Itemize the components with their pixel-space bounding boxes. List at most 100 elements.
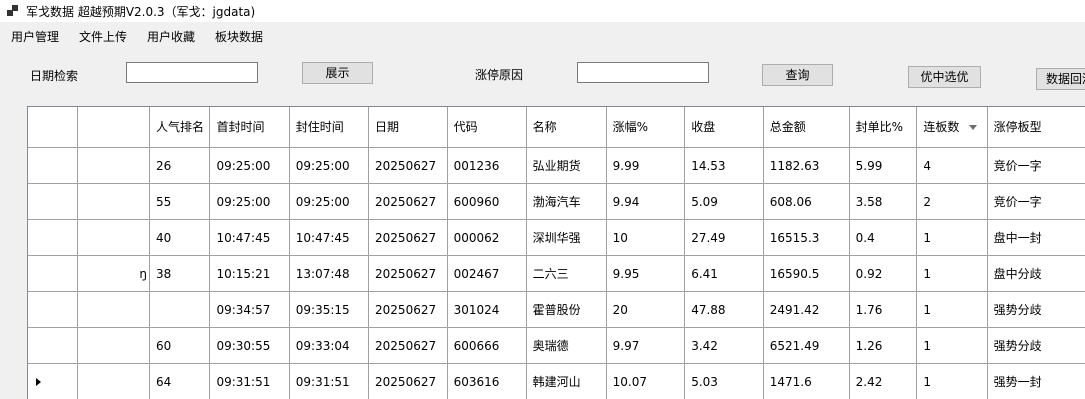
table-cell-change-pct[interactable]: 9.95 bbox=[606, 256, 685, 292]
table-cell-close[interactable]: 5.09 bbox=[685, 184, 764, 220]
table-cell-change-pct[interactable]: 9.97 bbox=[606, 328, 685, 364]
menu-user-management[interactable]: 用户管理 bbox=[0, 26, 69, 48]
table-cell-code[interactable]: 603616 bbox=[447, 364, 526, 399]
table-cell-turnover[interactable]: 16590.5 bbox=[763, 256, 849, 292]
table-cell-consecutive-boards[interactable]: 4 bbox=[917, 148, 987, 184]
table-cell-first-seal-time[interactable]: 09:31:51 bbox=[210, 364, 289, 399]
table-cell-change-pct[interactable]: 10 bbox=[606, 220, 685, 256]
table-cell-seal-ratio[interactable]: 0.92 bbox=[849, 256, 917, 292]
table-cell-consecutive-boards[interactable]: 1 bbox=[917, 256, 987, 292]
table-cell-close[interactable]: 27.49 bbox=[685, 220, 764, 256]
table-cell-code[interactable]: 000062 bbox=[447, 220, 526, 256]
table-cell-extra[interactable] bbox=[78, 148, 150, 184]
row-header[interactable] bbox=[28, 328, 78, 364]
table-row[interactable]: 6409:31:5109:31:5120250627603616韩建河山10.0… bbox=[28, 364, 1085, 399]
table-cell-final-seal-time[interactable]: 13:07:48 bbox=[289, 256, 368, 292]
date-search-input[interactable] bbox=[126, 62, 258, 83]
table-cell-popularity-rank[interactable]: 26 bbox=[149, 148, 210, 184]
table-cell-popularity-rank[interactable]: 64 bbox=[149, 364, 210, 399]
table-cell-name[interactable]: 渤海汽车 bbox=[526, 184, 606, 220]
table-row[interactable]: 6009:30:5509:33:0420250627600666奥瑞德9.973… bbox=[28, 328, 1085, 364]
table-cell-code[interactable]: 002467 bbox=[447, 256, 526, 292]
column-header-final-seal-time[interactable]: 封住时间 bbox=[289, 107, 368, 148]
table-cell-first-seal-time[interactable]: 09:34:57 bbox=[210, 292, 289, 328]
column-header-consecutive-boards[interactable]: 连板数 bbox=[917, 107, 987, 148]
table-cell-date[interactable]: 20250627 bbox=[369, 364, 448, 399]
table-cell-extra[interactable] bbox=[78, 220, 150, 256]
table-cell-code[interactable]: 301024 bbox=[447, 292, 526, 328]
table-cell-extra[interactable] bbox=[78, 328, 150, 364]
table-cell-turnover[interactable]: 6521.49 bbox=[763, 328, 849, 364]
column-header-name[interactable]: 名称 bbox=[526, 107, 606, 148]
table-cell-code[interactable]: 001236 bbox=[447, 148, 526, 184]
table-cell-turnover[interactable]: 16515.3 bbox=[763, 220, 849, 256]
table-cell-code[interactable]: 600666 bbox=[447, 328, 526, 364]
table-cell-seal-ratio[interactable]: 2.42 bbox=[849, 364, 917, 399]
menu-user-favorites[interactable]: 用户收藏 bbox=[137, 26, 205, 48]
table-row[interactable]: 5509:25:0009:25:0020250627600960渤海汽车9.94… bbox=[28, 184, 1085, 220]
table-cell-close[interactable]: 6.41 bbox=[685, 256, 764, 292]
table-cell-turnover[interactable]: 1471.6 bbox=[763, 364, 849, 399]
column-header-first-seal-time[interactable]: 首封时间 bbox=[210, 107, 289, 148]
table-cell-date[interactable]: 20250627 bbox=[369, 328, 448, 364]
table-cell-consecutive-boards[interactable]: 1 bbox=[917, 328, 987, 364]
table-cell-limit-up-type[interactable]: 盘中分歧 bbox=[987, 256, 1085, 292]
column-header-extra[interactable] bbox=[78, 107, 150, 148]
table-cell-popularity-rank[interactable]: 38 bbox=[149, 256, 210, 292]
table-cell-final-seal-time[interactable]: 10:47:45 bbox=[289, 220, 368, 256]
table-cell-popularity-rank[interactable]: 40 bbox=[149, 220, 210, 256]
table-cell-date[interactable]: 20250627 bbox=[369, 292, 448, 328]
data-grid[interactable]: 人气排名首封时间封住时间日期代码名称涨幅%收盘总金额封单比%连板数涨停板型 26… bbox=[27, 106, 1085, 399]
table-cell-name[interactable]: 二六三 bbox=[526, 256, 606, 292]
table-cell-code[interactable]: 600960 bbox=[447, 184, 526, 220]
table-row[interactable]: 09:34:5709:35:1520250627301024霍普股份2047.8… bbox=[28, 292, 1085, 328]
table-cell-extra[interactable] bbox=[78, 364, 150, 399]
table-cell-seal-ratio[interactable]: 0.4 bbox=[849, 220, 917, 256]
table-cell-name[interactable]: 韩建河山 bbox=[526, 364, 606, 399]
table-cell-limit-up-type[interactable]: 强势分歧 bbox=[987, 292, 1085, 328]
table-cell-name[interactable]: 奥瑞德 bbox=[526, 328, 606, 364]
show-button[interactable]: 展示 bbox=[302, 62, 373, 84]
row-header[interactable] bbox=[28, 148, 78, 184]
table-cell-date[interactable]: 20250627 bbox=[369, 184, 448, 220]
table-cell-consecutive-boards[interactable]: 1 bbox=[917, 220, 987, 256]
table-cell-extra[interactable]: ŋ bbox=[78, 256, 150, 292]
table-cell-change-pct[interactable]: 9.99 bbox=[606, 148, 685, 184]
table-cell-final-seal-time[interactable]: 09:25:00 bbox=[289, 184, 368, 220]
table-cell-consecutive-boards[interactable]: 2 bbox=[917, 184, 987, 220]
table-cell-final-seal-time[interactable]: 09:33:04 bbox=[289, 328, 368, 364]
table-cell-seal-ratio[interactable]: 5.99 bbox=[849, 148, 917, 184]
table-cell-final-seal-time[interactable]: 09:31:51 bbox=[289, 364, 368, 399]
table-cell-first-seal-time[interactable]: 09:30:55 bbox=[210, 328, 289, 364]
table-cell-name[interactable]: 霍普股份 bbox=[526, 292, 606, 328]
row-header[interactable] bbox=[28, 292, 78, 328]
table-cell-final-seal-time[interactable]: 09:35:15 bbox=[289, 292, 368, 328]
table-cell-limit-up-type[interactable]: 竞价一字 bbox=[987, 148, 1085, 184]
table-cell-first-seal-time[interactable]: 10:47:45 bbox=[210, 220, 289, 256]
table-cell-date[interactable]: 20250627 bbox=[369, 256, 448, 292]
table-cell-first-seal-time[interactable]: 09:25:00 bbox=[210, 148, 289, 184]
table-cell-seal-ratio[interactable]: 1.26 bbox=[849, 328, 917, 364]
table-cell-close[interactable]: 3.42 bbox=[685, 328, 764, 364]
table-cell-turnover[interactable]: 1182.63 bbox=[763, 148, 849, 184]
column-header-popularity-rank[interactable]: 人气排名 bbox=[149, 107, 210, 148]
table-cell-first-seal-time[interactable]: 09:25:00 bbox=[210, 184, 289, 220]
row-header[interactable] bbox=[28, 256, 78, 292]
table-cell-first-seal-time[interactable]: 10:15:21 bbox=[210, 256, 289, 292]
column-header-change-pct[interactable]: 涨幅% bbox=[606, 107, 685, 148]
table-cell-seal-ratio[interactable]: 1.76 bbox=[849, 292, 917, 328]
table-cell-close[interactable]: 47.88 bbox=[685, 292, 764, 328]
table-cell-date[interactable]: 20250627 bbox=[369, 220, 448, 256]
table-cell-date[interactable]: 20250627 bbox=[369, 148, 448, 184]
table-cell-turnover[interactable]: 2491.42 bbox=[763, 292, 849, 328]
select-best-button[interactable]: 优中选优 bbox=[908, 66, 981, 88]
table-cell-consecutive-boards[interactable]: 1 bbox=[917, 364, 987, 399]
table-cell-close[interactable]: 5.03 bbox=[685, 364, 764, 399]
query-button[interactable]: 查询 bbox=[762, 64, 833, 86]
column-header-limit-up-type[interactable]: 涨停板型 bbox=[987, 107, 1085, 148]
table-cell-final-seal-time[interactable]: 09:25:00 bbox=[289, 148, 368, 184]
table-cell-popularity-rank[interactable]: 60 bbox=[149, 328, 210, 364]
table-cell-limit-up-type[interactable]: 盘中一封 bbox=[987, 220, 1085, 256]
column-header-code[interactable]: 代码 bbox=[447, 107, 526, 148]
row-header[interactable] bbox=[28, 364, 78, 399]
